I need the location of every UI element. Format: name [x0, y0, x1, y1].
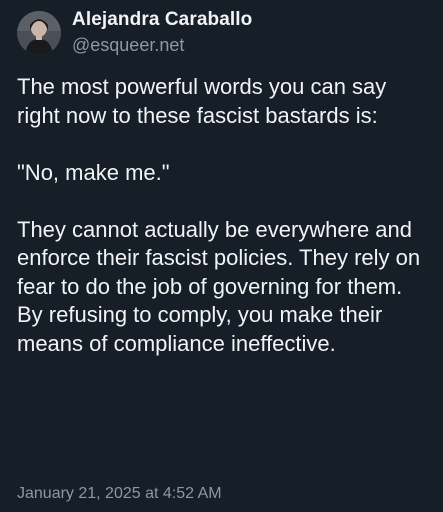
post-paragraph: They cannot actually be everywhere and e…	[17, 216, 421, 356]
author-names: Alejandra Caraballo @esqueer.net	[72, 8, 252, 57]
post-card: Alejandra Caraballo @esqueer.net The mos…	[0, 0, 443, 512]
author-handle[interactable]: @esqueer.net	[72, 33, 252, 57]
post-paragraph: "No, make me."	[17, 159, 170, 185]
post-paragraph: The most powerful words you can say righ…	[17, 74, 387, 128]
post-timestamp[interactable]: January 21, 2025 at 4:52 AM	[17, 484, 222, 504]
post-header: Alejandra Caraballo @esqueer.net	[17, 8, 252, 57]
author-display-name[interactable]: Alejandra Caraballo	[72, 8, 252, 32]
post-text: The most powerful words you can say righ…	[17, 73, 429, 358]
avatar[interactable]	[17, 10, 61, 55]
profile-photo-icon	[17, 10, 61, 55]
